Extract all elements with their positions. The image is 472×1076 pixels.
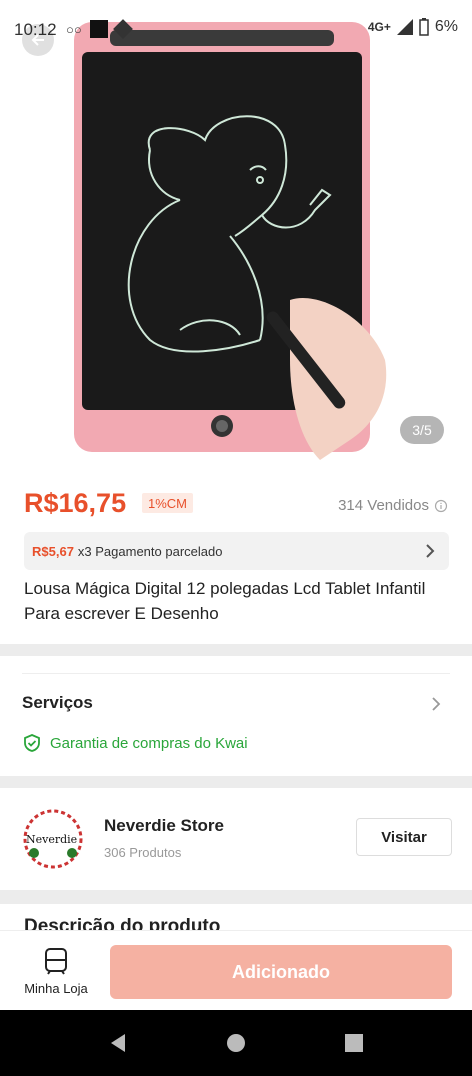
price: R$16,75 — [24, 488, 127, 518]
system-nav-bar — [0, 1010, 472, 1076]
discount-badge: 1%CM — [142, 493, 194, 513]
services-section[interactable]: Serviços Garantia de compras do Kwai — [0, 656, 472, 776]
guarantee-label: Garantia de compras do Kwai — [50, 734, 248, 752]
shield-check-icon — [24, 734, 40, 752]
product-photo — [74, 22, 387, 460]
voicemail-icon: ○○ — [66, 21, 82, 37]
image-counter: 3/5 — [400, 416, 444, 444]
my-store-button[interactable]: Minha Loja — [18, 947, 94, 996]
store-name[interactable]: Neverdie Store — [104, 816, 224, 836]
store-logo[interactable]: Neverdie — [22, 808, 84, 870]
price-section: R$16,75 1%CM 314 Vendidos R$5,67 x3 Paga… — [0, 472, 472, 644]
sold-count: 314 Vendidos — [338, 497, 448, 514]
product-image[interactable]: 3/5 — [0, 0, 472, 472]
network-label: 4G+ — [367, 20, 391, 34]
product-title: Lousa Mágica Digital 12 polegadas Lcd Ta… — [24, 579, 426, 623]
bottom-bar: Minha Loja Adicionado — [0, 930, 472, 1010]
installment-row[interactable]: R$5,67 x3 Pagamento parcelado — [24, 532, 449, 570]
battery-icon — [419, 18, 429, 36]
sold-label: 314 Vendidos — [338, 497, 429, 514]
notification-icons: ○○ — [66, 19, 133, 39]
installment-text: x3 Pagamento parcelado — [77, 543, 223, 559]
store-icon — [45, 948, 67, 975]
chevron-right-icon — [432, 697, 441, 711]
app-icon — [89, 20, 108, 38]
my-store-label: Minha Loja — [24, 981, 88, 996]
status-bar: 10:12 ○○ 4G+ 6% — [0, 0, 472, 60]
app-icon-2 — [112, 19, 133, 39]
divider — [22, 673, 450, 674]
nav-recents-icon[interactable] — [343, 1032, 365, 1054]
back-button[interactable] — [22, 24, 54, 56]
info-icon[interactable] — [434, 499, 448, 513]
services-title: Serviços — [22, 693, 93, 712]
nav-back-icon[interactable] — [107, 1032, 129, 1054]
add-to-cart-button[interactable]: Adicionado — [110, 945, 452, 999]
guarantee: Garantia de compras do Kwai — [22, 733, 248, 753]
battery-label: 6% — [434, 18, 458, 35]
store-products: 306 Produtos — [104, 845, 182, 860]
installment-amount: R$5,67 — [32, 543, 74, 559]
visit-button[interactable]: Visitar — [356, 818, 452, 856]
nav-home-icon[interactable] — [225, 1032, 247, 1054]
chevron-right-icon — [426, 544, 435, 558]
arrow-left-icon — [31, 34, 44, 46]
signal-icon — [396, 19, 413, 35]
svg-text:Neverdie: Neverdie — [26, 833, 77, 846]
status-right: 4G+ 6% — [368, 18, 458, 36]
store-section: Neverdie Neverdie Store 306 Produtos Vis… — [0, 788, 472, 890]
store-logo-image: Neverdie — [23, 809, 83, 869]
